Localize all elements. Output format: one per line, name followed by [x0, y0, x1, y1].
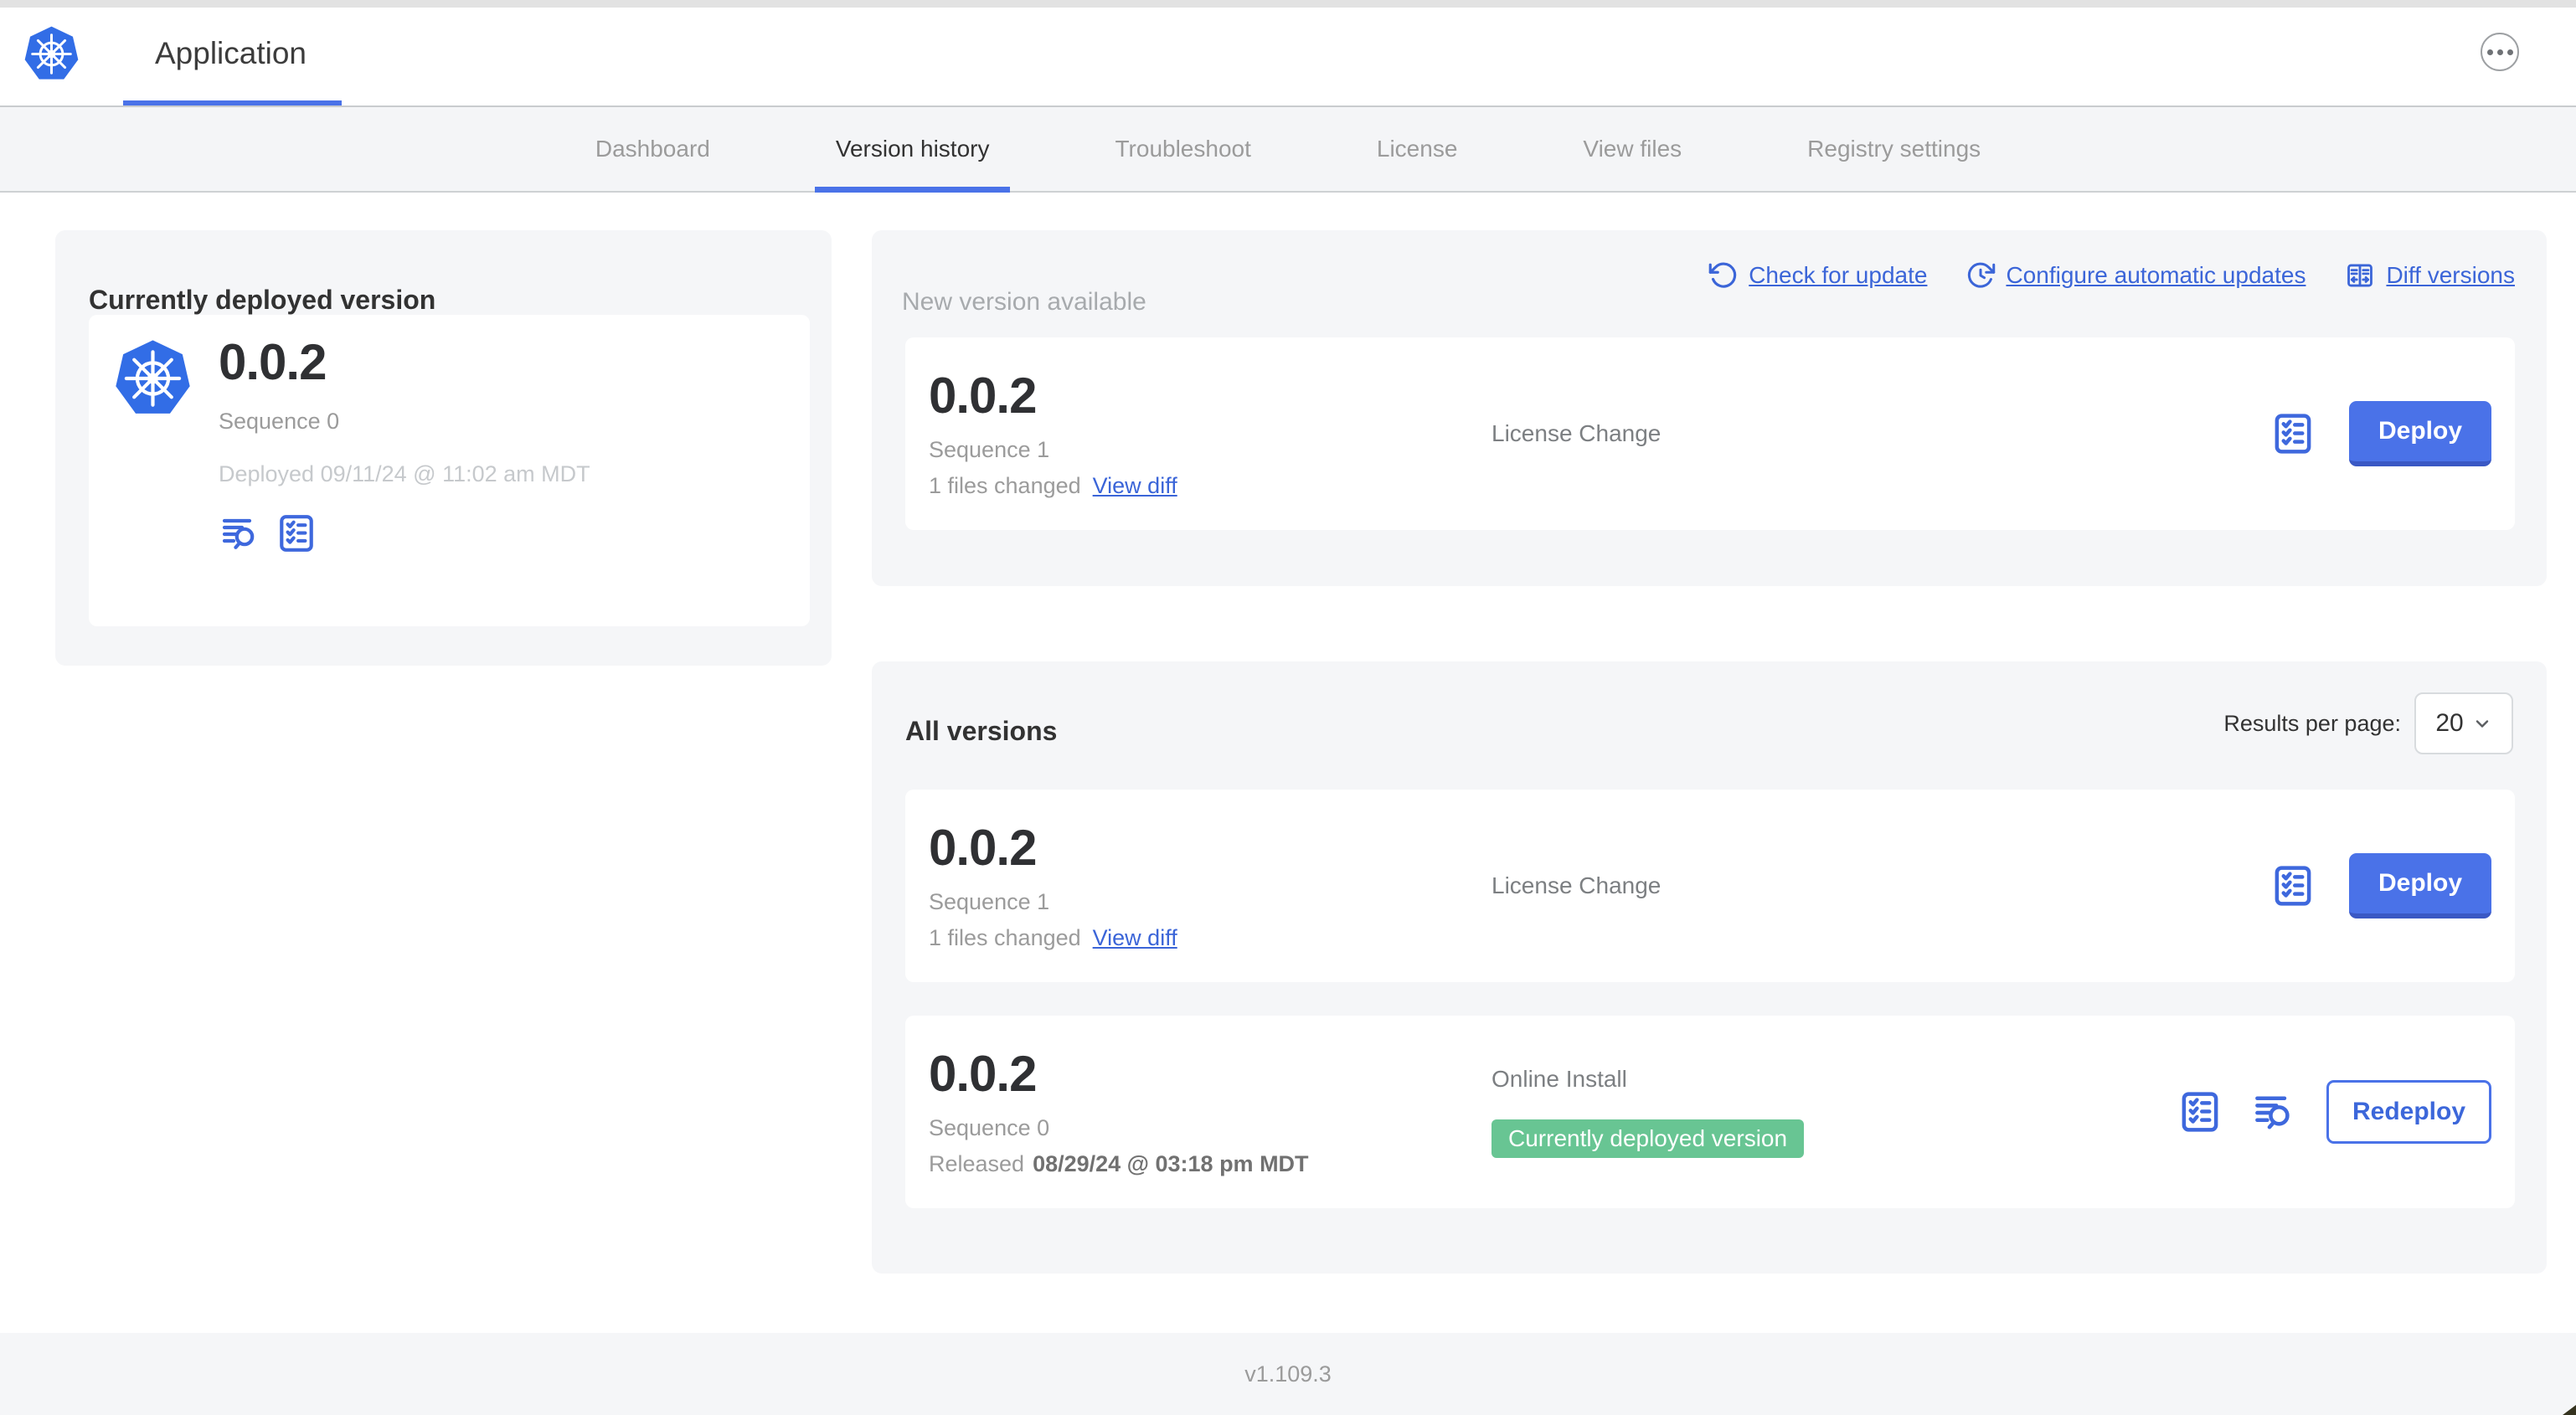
app-menu-button[interactable] [2481, 33, 2519, 71]
preflight-checks-icon[interactable] [2270, 861, 2316, 911]
deploy-button[interactable]: Deploy [2349, 401, 2491, 466]
tab-view-files[interactable]: View files [1562, 107, 1703, 191]
app-header: Application [0, 8, 2576, 105]
version-number: 0.0.2 [929, 1046, 1037, 1102]
ellipsis-icon [2486, 49, 2493, 55]
diff-icon [2347, 264, 2373, 287]
version-row: 0.0.2 Sequence 0 Released 08/29/24 @ 03:1… [905, 1016, 2515, 1208]
redeploy-button[interactable]: Redeploy [2326, 1080, 2491, 1144]
tab-version-history[interactable]: Version history [814, 107, 1011, 193]
new-version-card: 0.0.2 Sequence 1 1 files changed View di… [905, 337, 2515, 530]
current-version-number: 0.0.2 [219, 334, 327, 390]
refresh-icon [1708, 262, 1737, 288]
install-type-label: Online Install [1492, 1066, 1627, 1092]
active-tab-underline [814, 187, 1011, 193]
preflight-checks-icon[interactable] [2270, 409, 2316, 459]
footer: v1.109.3 [0, 1333, 2576, 1415]
configure-automatic-updates-link[interactable]: Configure automatic updates [1965, 260, 2306, 291]
sequence-label: Sequence 1 [929, 889, 1050, 914]
check-for-update-link[interactable]: Check for update [1708, 260, 1927, 291]
currently-deployed-card: 0.0.2 Sequence 0 Deployed 09/11/24 @ 11:… [89, 315, 810, 626]
sequence-label: Sequence 0 [929, 1115, 1050, 1140]
diff-versions-link[interactable]: Diff versions [2344, 261, 2515, 290]
change-type-label: License Change [1492, 420, 1662, 446]
schedule-update-icon [1968, 262, 1996, 288]
deploy-button[interactable]: Deploy [2349, 853, 2491, 918]
deployed-timestamp: Deployed 09/11/24 @ 11:02 am MDT [219, 461, 590, 486]
logs-icon[interactable] [219, 513, 262, 553]
logs-icon[interactable] [2251, 1090, 2298, 1134]
tab-dashboard[interactable]: Dashboard [574, 107, 731, 191]
tab-bar: Dashboard Version history Troubleshoot L… [0, 105, 2576, 193]
view-diff-link[interactable]: View diff [1093, 925, 1177, 951]
files-changed-label: 1 files changed [929, 925, 1081, 950]
files-changed-label: 1 files changed [929, 473, 1081, 498]
kubernetes-logo-icon [114, 338, 192, 419]
tab-troubleshoot[interactable]: Troubleshoot [1094, 107, 1271, 191]
chevron-down-icon [2476, 720, 2488, 728]
view-diff-link[interactable]: View diff [1093, 473, 1177, 499]
currently-deployed-title: Currently deployed version [89, 284, 436, 315]
top-strip [0, 0, 2576, 8]
sequence-label: Sequence 1 [929, 437, 1050, 462]
currently-deployed-badge: Currently deployed version [1492, 1119, 1805, 1158]
all-versions-title: All versions [905, 715, 1058, 746]
results-per-page-label: Results per page: [2223, 710, 2401, 736]
new-version-panel: New version available Check for update C… [872, 230, 2547, 586]
page: Application Dashboard Version history Tr… [0, 0, 2576, 1415]
preflight-checks-icon[interactable] [2177, 1087, 2223, 1137]
tab-license[interactable]: License [1356, 107, 1479, 191]
released-timestamp: Released 08/29/24 @ 03:18 pm MDT [929, 1151, 1309, 1176]
preflight-checks-icon[interactable] [276, 511, 317, 556]
change-type-label: License Change [1492, 872, 1662, 898]
version-number: 0.0.2 [929, 820, 1037, 876]
console-version-label: v1.109.3 [1244, 1361, 1332, 1387]
all-versions-panel: All versions Results per page: 20 0.0.2 … [872, 661, 2547, 1274]
results-per-page-select[interactable]: 20 [2414, 692, 2513, 754]
kubernetes-logo-icon [23, 25, 80, 83]
current-sequence-label: Sequence 0 [219, 409, 340, 434]
tab-registry-settings[interactable]: Registry settings [1786, 107, 2002, 191]
version-number: 0.0.2 [929, 368, 1037, 424]
version-row: 0.0.2 Sequence 1 1 files changed View di… [905, 790, 2515, 982]
currently-deployed-panel: Currently deployed version 0.0.2 Sequenc… [55, 230, 832, 666]
new-version-title: New version available [902, 287, 1146, 316]
app-tab-title[interactable]: Application [155, 8, 307, 100]
